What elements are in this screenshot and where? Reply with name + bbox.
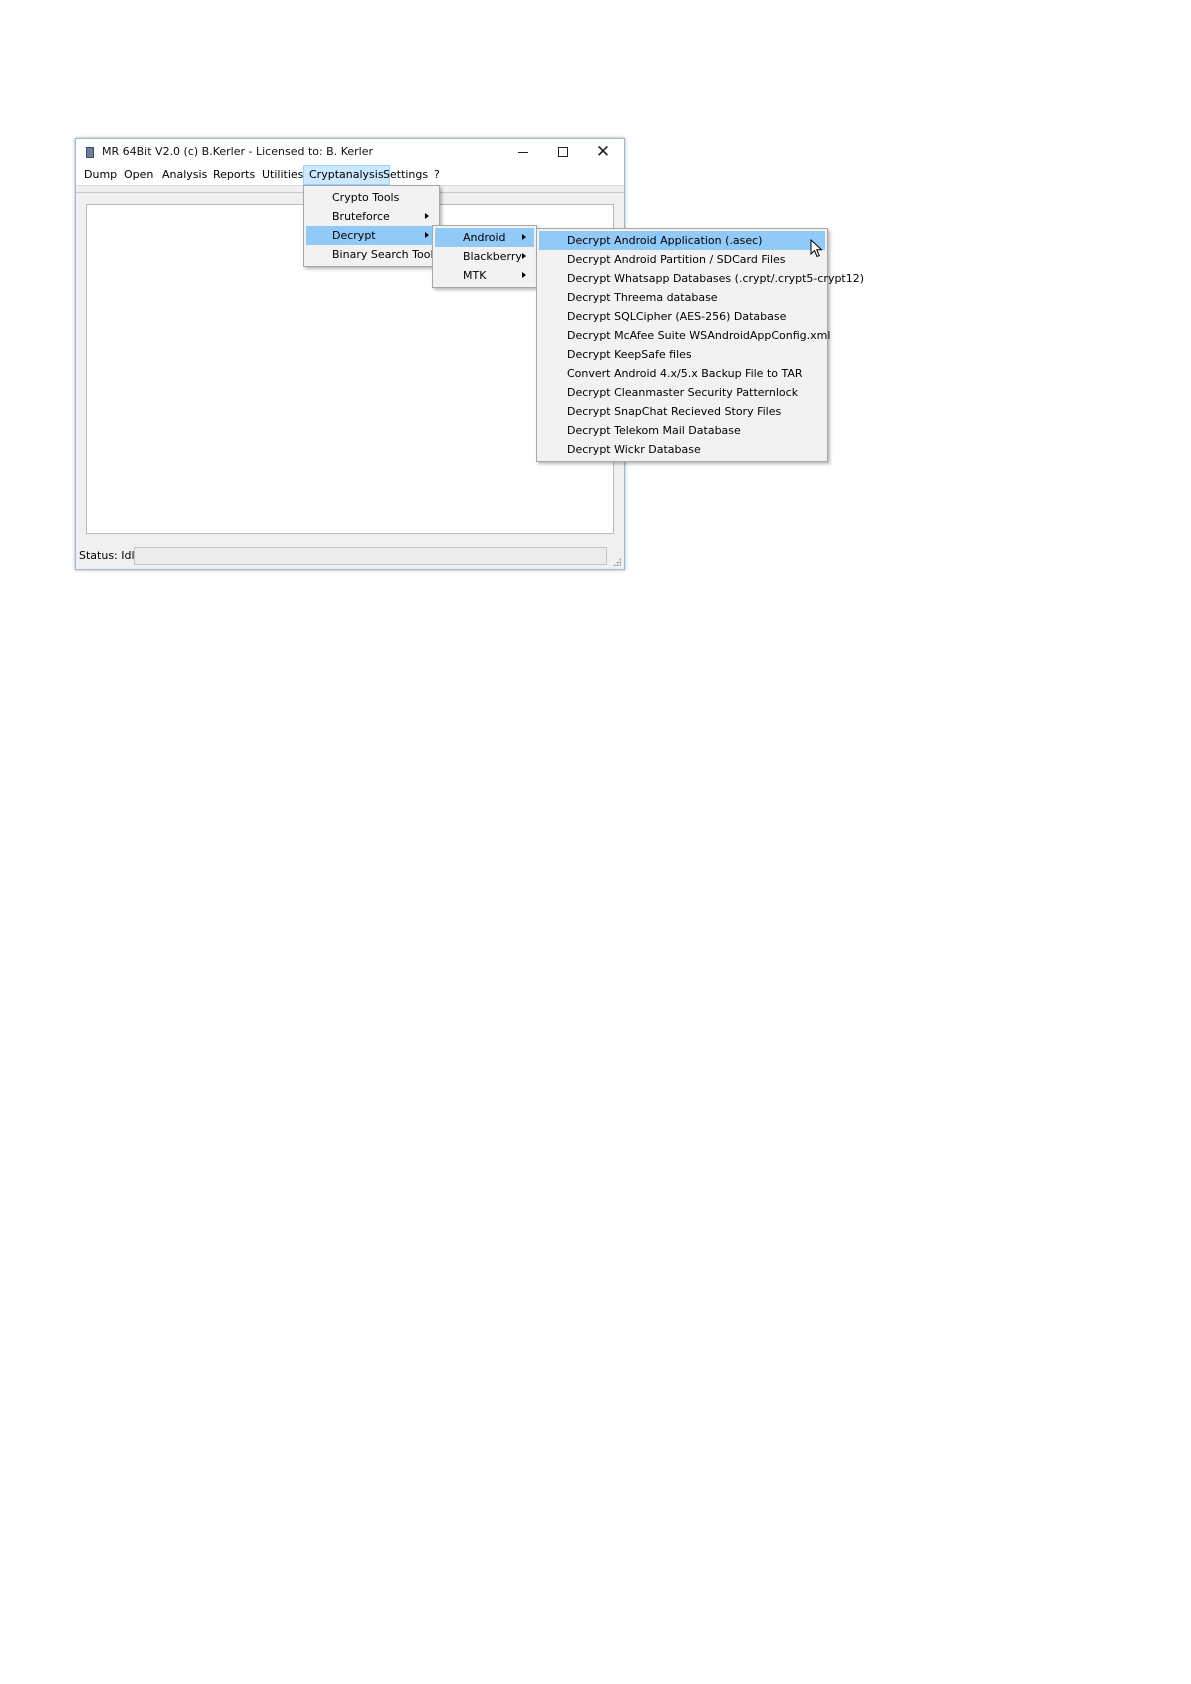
maximize-icon	[558, 147, 568, 157]
menu-item-label: Blackberry	[463, 250, 522, 263]
app-icon	[86, 147, 94, 158]
submenu-arrow-icon	[522, 234, 526, 240]
menu-settings[interactable]: Settings	[377, 165, 434, 185]
menu-item-decrypt-mcafee[interactable]: Decrypt McAfee Suite WSAndroidAppConfig.…	[539, 326, 830, 345]
menu-item-decrypt[interactable]: Decrypt	[306, 226, 437, 245]
menu-item-label: Binary Search Tool	[332, 248, 434, 261]
menu-utilities[interactable]: Utilities	[256, 165, 309, 185]
menu-analysis[interactable]: Analysis	[156, 165, 213, 185]
menu-item-decrypt-threema[interactable]: Decrypt Threema database	[539, 288, 825, 307]
menu-item-decrypt-wickr[interactable]: Decrypt Wickr Database	[539, 440, 825, 459]
menu-item-convert-android-backup[interactable]: Convert Android 4.x/5.x Backup File to T…	[539, 364, 825, 383]
menu-item-binary-search-tool[interactable]: Binary Search Tool	[306, 245, 437, 264]
submenu-arrow-icon	[522, 272, 526, 278]
menu-item-decrypt-snapchat[interactable]: Decrypt SnapChat Recieved Story Files	[539, 402, 825, 421]
submenu-arrow-icon	[522, 253, 526, 259]
menu-help[interactable]: ?	[428, 165, 446, 185]
minimize-icon	[518, 151, 528, 153]
menu-bar: Dump Open Analysis Reports Utilities Cry…	[76, 165, 624, 186]
menu-item-decrypt-android-application[interactable]: Decrypt Android Application (.asec)	[539, 231, 825, 250]
status-bar: Status: Idle.	[76, 543, 624, 569]
menu-item-decrypt-telekom-mail[interactable]: Decrypt Telekom Mail Database	[539, 421, 825, 440]
menu-item-decrypt-keepsafe[interactable]: Decrypt KeepSafe files	[539, 345, 825, 364]
menu-item-mtk[interactable]: MTK	[435, 266, 534, 285]
menu-item-android[interactable]: Android	[435, 228, 534, 247]
mouse-cursor-icon	[810, 239, 823, 258]
close-button[interactable]: ✕	[584, 139, 622, 165]
minimize-button[interactable]	[504, 139, 542, 165]
menu-item-decrypt-sqlcipher[interactable]: Decrypt SQLCipher (AES-256) Database	[539, 307, 825, 326]
menu-item-label: Bruteforce	[332, 210, 390, 223]
menu-item-label: MTK	[463, 269, 487, 282]
maximize-button[interactable]	[544, 139, 582, 165]
android-submenu: Decrypt Android Application (.asec) Decr…	[536, 228, 864, 462]
menu-item-label: Decrypt	[332, 229, 376, 242]
title-bar[interactable]: MR 64Bit V2.0 (c) B.Kerler - Licensed to…	[76, 139, 624, 165]
decrypt-submenu: Android Blackberry MTK	[432, 225, 537, 288]
menu-item-decrypt-android-partition[interactable]: Decrypt Android Partition / SDCard Files	[539, 250, 825, 269]
close-icon: ✕	[595, 142, 611, 162]
menu-item-decrypt-whatsapp[interactable]: Decrypt Whatsapp Databases (.crypt/.cryp…	[539, 269, 864, 288]
menu-item-crypto-tools[interactable]: Crypto Tools	[306, 188, 437, 207]
menu-item-decrypt-cleanmaster[interactable]: Decrypt Cleanmaster Security Patternlock	[539, 383, 825, 402]
resize-grip-icon[interactable]	[613, 558, 621, 566]
cryptanalysis-dropdown: Crypto Tools Bruteforce Decrypt Binary S…	[303, 185, 440, 267]
menu-item-label: Crypto Tools	[332, 191, 400, 204]
status-progress-panel	[134, 547, 607, 565]
menu-item-blackberry[interactable]: Blackberry	[435, 247, 534, 266]
menu-item-label: Android	[463, 231, 506, 244]
menu-dump[interactable]: Dump	[78, 165, 123, 185]
window-title: MR 64Bit V2.0 (c) B.Kerler - Licensed to…	[102, 145, 374, 158]
menu-reports[interactable]: Reports	[207, 165, 261, 185]
menu-item-bruteforce[interactable]: Bruteforce	[306, 207, 437, 226]
submenu-arrow-icon	[425, 232, 429, 238]
submenu-arrow-icon	[425, 213, 429, 219]
menu-open[interactable]: Open	[118, 165, 159, 185]
